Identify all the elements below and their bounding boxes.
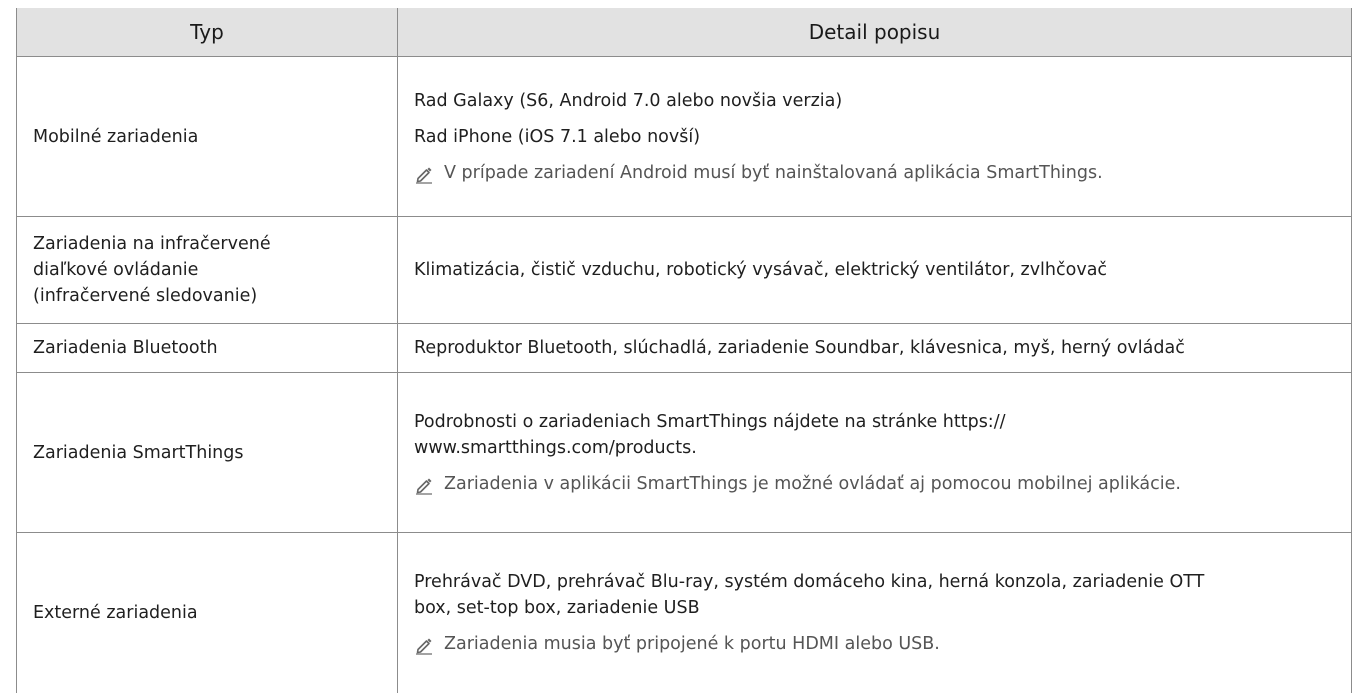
table-row: Zariadenia na infračervené diaľkové ovlá… — [17, 217, 1352, 324]
detail-cell: Rad Galaxy (S6, Android 7.0 alebo novšia… — [398, 57, 1352, 217]
detail-line: Klimatizácia, čistič vzduchu, robotický … — [414, 257, 1341, 283]
device-table: Typ Detail popisu Mobilné zariadenia Rad… — [16, 8, 1352, 693]
table-row: Zariadenia Bluetooth Reproduktor Bluetoo… — [17, 324, 1352, 373]
detail-line: Podrobnosti o zariadeniach SmartThings n… — [414, 409, 1341, 435]
header-type: Typ — [17, 8, 398, 57]
note: V prípade zariadení Android musí byť nai… — [414, 160, 1341, 186]
table-row: Externé zariadenia Prehrávač DVD, prehrá… — [17, 533, 1352, 693]
detail-cell: Klimatizácia, čistič vzduchu, robotický … — [398, 217, 1352, 324]
note-text: V prípade zariadení Android musí byť nai… — [444, 160, 1103, 186]
type-cell: Zariadenia na infračervené diaľkové ovlá… — [17, 217, 398, 324]
note-text: Zariadenia musia byť pripojené k portu H… — [444, 631, 940, 657]
detail-line: Prehrávač DVD, prehrávač Blu-ray, systém… — [414, 569, 1341, 595]
detail-line: Reproduktor Bluetooth, slúchadlá, zariad… — [414, 335, 1341, 361]
header-detail: Detail popisu — [398, 8, 1352, 57]
detail-line: Rad iPhone (iOS 7.1 alebo novší) — [414, 124, 1341, 150]
pencil-icon — [414, 471, 444, 495]
type-cell: Mobilné zariadenia — [17, 57, 398, 217]
detail-cell: Reproduktor Bluetooth, slúchadlá, zariad… — [398, 324, 1352, 373]
detail-line: box, set-top box, zariadenie USB — [414, 595, 1341, 621]
type-line: diaľkové ovládanie — [33, 257, 387, 283]
pencil-icon — [414, 160, 444, 184]
note-text: Zariadenia v aplikácii SmartThings je mo… — [444, 471, 1181, 497]
type-line: (infračervené sledovanie) — [33, 283, 387, 309]
type-cell: Zariadenia SmartThings — [17, 373, 398, 533]
table-row: Mobilné zariadenia Rad Galaxy (S6, Andro… — [17, 57, 1352, 217]
table-row: Zariadenia SmartThings Podrobnosti o zar… — [17, 373, 1352, 533]
type-cell: Externé zariadenia — [17, 533, 398, 693]
detail-cell: Prehrávač DVD, prehrávač Blu-ray, systém… — [398, 533, 1352, 693]
table-header-row: Typ Detail popisu — [17, 8, 1352, 57]
type-line: Zariadenia na infračervené — [33, 231, 387, 257]
note: Zariadenia musia byť pripojené k portu H… — [414, 631, 1341, 657]
detail-line: www.smartthings.com/products. — [414, 435, 1341, 461]
detail-cell: Podrobnosti o zariadeniach SmartThings n… — [398, 373, 1352, 533]
type-cell: Zariadenia Bluetooth — [17, 324, 398, 373]
pencil-icon — [414, 631, 444, 655]
detail-line: Rad Galaxy (S6, Android 7.0 alebo novšia… — [414, 88, 1341, 114]
note: Zariadenia v aplikácii SmartThings je mo… — [414, 471, 1341, 497]
